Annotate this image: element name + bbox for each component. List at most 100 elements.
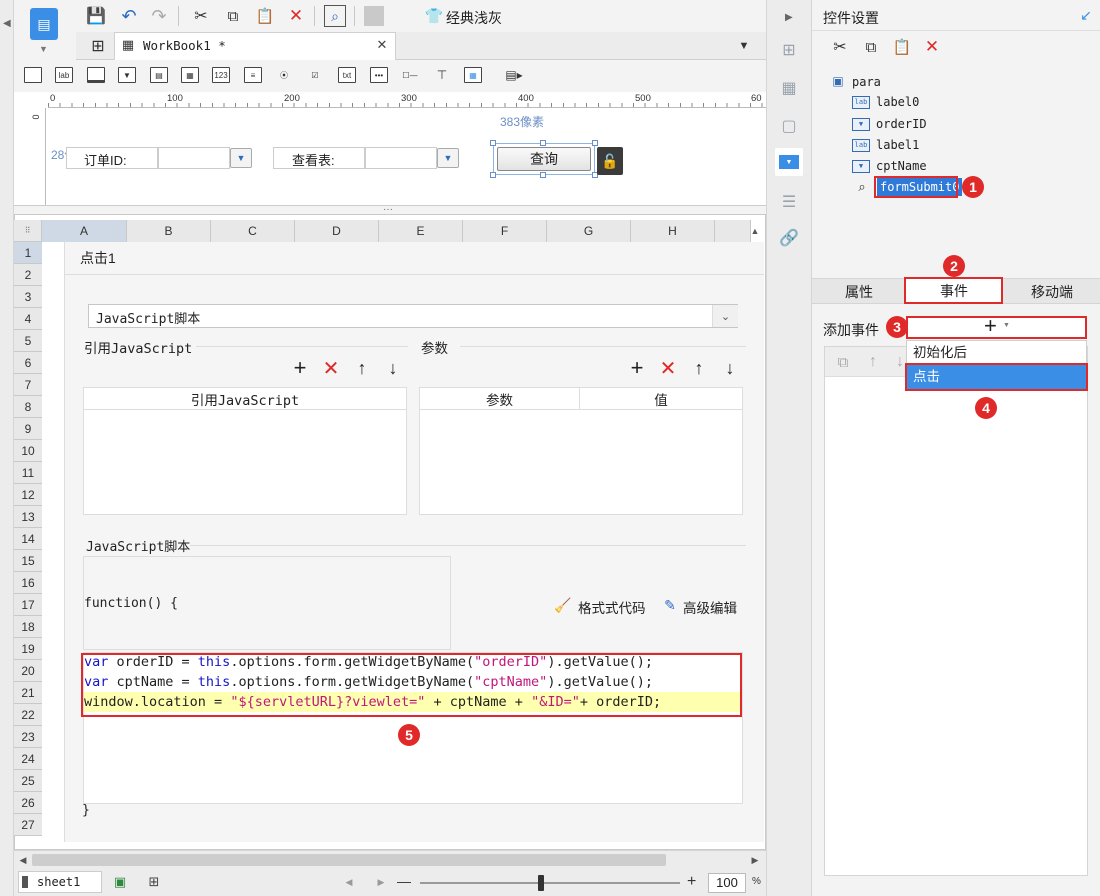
tree-item-label0[interactable]: lab label0 [852, 92, 919, 112]
workbook-tab-label[interactable]: WorkBook1 * [143, 38, 226, 53]
add-param-icon[interactable]: + [627, 355, 647, 380]
order-id-field[interactable] [158, 147, 230, 169]
scroll-up-icon[interactable]: ▲ [748, 222, 762, 240]
table-widget-icon[interactable]: ▦ [464, 67, 482, 83]
row-header[interactable]: 17 [14, 594, 42, 616]
column-header-g[interactable]: G [547, 220, 631, 242]
add-ref-js-icon[interactable]: + [290, 355, 310, 380]
label-widget-icon[interactable]: lab [55, 67, 73, 83]
row-header[interactable]: 20 [14, 660, 42, 682]
delete-ref-js-icon[interactable]: ✕ [321, 358, 341, 380]
lock-icon[interactable]: 🔓 [597, 147, 623, 175]
tree-root-label[interactable]: para [852, 75, 881, 89]
checkbox-widget-icon[interactable]: ☑ [306, 67, 324, 83]
row-header[interactable]: 24 [14, 748, 42, 770]
zoom-slider-track[interactable] [420, 882, 680, 884]
sheet-tab-label[interactable]: sheet1 [37, 875, 80, 889]
copy-icon[interactable]: ⧉ [222, 5, 244, 27]
panel-delete-icon[interactable]: ✕ [922, 37, 942, 57]
row-header[interactable]: 5 [14, 330, 42, 352]
event-option-after-init[interactable]: 初始化后 [907, 341, 1086, 364]
add-poly-sheet-icon[interactable]: ⊞ [140, 873, 168, 891]
row-header[interactable]: 21 [14, 682, 42, 704]
link-icon[interactable]: 🔗 [775, 224, 803, 252]
row-header[interactable]: 15 [14, 550, 42, 572]
tab-mobile[interactable]: 移动端 [1004, 280, 1100, 304]
move-up-ref-js-icon[interactable]: ↑ [352, 358, 372, 378]
row-header[interactable]: 23 [14, 726, 42, 748]
delete-icon[interactable]: ✕ [285, 5, 307, 27]
combo-widget-icon[interactable]: ▤ [150, 67, 168, 83]
text-widget-icon[interactable]: txt [338, 67, 356, 83]
logo-dropdown-icon[interactable]: ▼ [39, 44, 48, 54]
move-down-ref-js-icon[interactable]: ↓ [383, 358, 403, 378]
textbox-widget-icon[interactable] [87, 67, 105, 83]
toggle-widget-icon[interactable]: ☐— [401, 67, 419, 83]
row-header[interactable]: 16 [14, 572, 42, 594]
delete-param-icon[interactable]: ✕ [658, 358, 678, 380]
page-next-icon[interactable]: ▶ [374, 874, 388, 890]
move-up-param-icon[interactable]: ↑ [689, 358, 709, 378]
format-code-button[interactable]: 格式式代码 [578, 597, 646, 617]
row-header[interactable]: 25 [14, 770, 42, 792]
row-header[interactable]: 26 [14, 792, 42, 814]
radio-widget-icon[interactable]: ⦿ [275, 67, 293, 83]
query-button[interactable]: 查询 [497, 147, 591, 171]
scroll-right-icon[interactable]: ▶ [748, 853, 762, 867]
list-icon[interactable]: ☰ [775, 188, 803, 216]
row-header[interactable]: 3 [14, 286, 42, 308]
view-table-field[interactable] [365, 147, 437, 169]
widget-manager-icon[interactable]: ▦ [775, 74, 803, 102]
zoom-slider-thumb[interactable] [538, 875, 544, 891]
zoom-plus-button[interactable]: + [687, 873, 696, 891]
row-header[interactable]: 11 [14, 462, 42, 484]
zoom-value-field[interactable]: 100 [708, 873, 746, 893]
column-header-f[interactable]: F [463, 220, 547, 242]
row-header[interactable]: 14 [14, 528, 42, 550]
cut-icon[interactable]: ✂ [190, 5, 212, 27]
add-sheet-icon[interactable]: ▣ [108, 873, 132, 891]
tree-widget-icon[interactable]: ⊤ [433, 67, 451, 83]
row-header[interactable]: 6 [14, 352, 42, 374]
preview-icon[interactable]: ⌕ [324, 5, 346, 27]
order-id-dropdown-icon[interactable]: ▼ [230, 148, 252, 168]
column-header-h[interactable]: H [631, 220, 715, 242]
grid-corner[interactable]: ⠿ [14, 220, 42, 242]
row-header[interactable]: 1 [14, 242, 42, 264]
widget-settings-icon[interactable]: ▼ [775, 148, 803, 176]
textarea-widget-icon[interactable]: ≡ [244, 67, 262, 83]
theme-label[interactable]: 经典浅灰 [446, 8, 502, 28]
frame-widget-icon[interactable] [24, 67, 42, 83]
grid-view-icon[interactable]: ⊞ [88, 36, 108, 56]
scroll-left-icon[interactable]: ◀ [16, 853, 30, 867]
selection-handle[interactable] [490, 172, 496, 178]
splitter-handle[interactable]: ··· [383, 205, 393, 215]
format-code-icon[interactable]: 🧹 [554, 596, 572, 614]
row-header[interactable]: 12 [14, 484, 42, 506]
tree-item-cptname[interactable]: ▼ cptName [852, 156, 927, 176]
selection-handle[interactable] [490, 140, 496, 146]
view-table-dropdown-icon[interactable]: ▼ [437, 148, 459, 168]
row-header[interactable]: 27 [14, 814, 42, 836]
scroll-thumb[interactable] [32, 854, 666, 866]
row-header[interactable]: 9 [14, 418, 42, 440]
redo-icon[interactable]: ↷ [148, 5, 170, 27]
frame-icon[interactable]: ▢ [775, 112, 803, 140]
panel-copy-icon[interactable]: ⧉ [861, 37, 881, 57]
close-tab-icon[interactable]: ✕ [374, 37, 390, 53]
column-header-a[interactable]: A [42, 220, 127, 242]
row-header[interactable]: 8 [14, 396, 42, 418]
number-widget-icon[interactable]: 123 [212, 67, 230, 83]
save-icon[interactable]: 💾 [86, 6, 106, 26]
collapse-left-icon[interactable]: ◀ [3, 18, 11, 29]
selection-handle[interactable] [592, 140, 598, 146]
row-header[interactable]: 19 [14, 638, 42, 660]
selection-handle[interactable] [540, 172, 546, 178]
row-header[interactable]: 18 [14, 616, 42, 638]
dropdown-widget-icon[interactable]: ▼ [118, 67, 136, 83]
advanced-edit-icon[interactable]: ✎ [661, 596, 679, 614]
tab-properties[interactable]: 属性 [812, 280, 906, 304]
row-header[interactable]: 13 [14, 506, 42, 528]
tree-item-label1[interactable]: lab label1 [852, 135, 919, 155]
row-header[interactable]: 10 [14, 440, 42, 462]
